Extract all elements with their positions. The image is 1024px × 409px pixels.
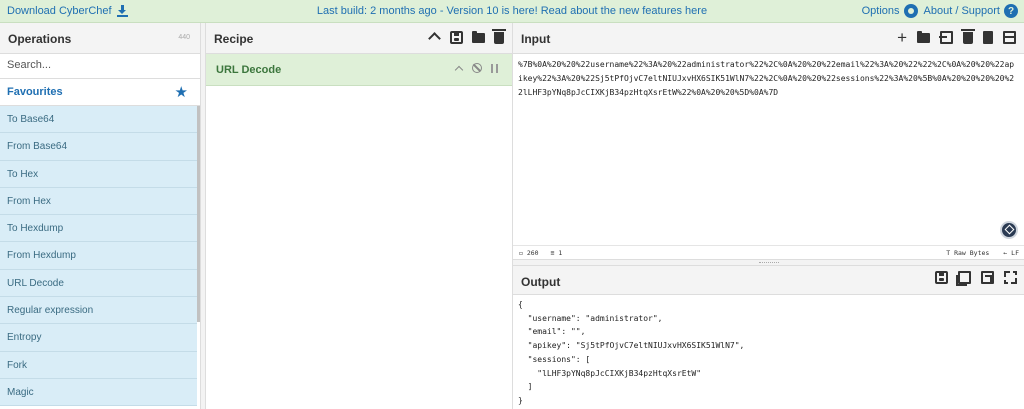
- magic-wand-icon[interactable]: [1000, 221, 1018, 239]
- input-status-bar: ▭ 260 ≡ 1 T Raw Bytes ← LF: [513, 245, 1024, 259]
- favourites-category[interactable]: Favourites ★: [0, 79, 200, 106]
- recipe-header: Recipe: [206, 23, 512, 54]
- open-file-icon[interactable]: [939, 30, 953, 44]
- operations-list: To Base64 From Base64 To Hex From Hex To…: [0, 106, 197, 407]
- input-eol[interactable]: ← LF: [1003, 249, 1019, 257]
- input-title: Input: [521, 32, 551, 46]
- disable-operation-icon[interactable]: [472, 63, 482, 73]
- load-recipe-icon[interactable]: [472, 31, 485, 43]
- search-box[interactable]: [0, 54, 200, 79]
- operation-fork[interactable]: Fork: [0, 351, 197, 379]
- operations-count: 440: [178, 34, 190, 41]
- operation-regular-expression[interactable]: Regular expression: [0, 297, 197, 325]
- operation-to-hexdump[interactable]: To Hexdump: [0, 215, 197, 243]
- help-icon: ?: [1004, 4, 1018, 18]
- save-output-icon[interactable]: [935, 271, 948, 284]
- output-textarea[interactable]: { "username": "administrator", "email": …: [518, 298, 744, 408]
- input-length: ▭ 260: [519, 249, 539, 257]
- operation-url-decode[interactable]: URL Decode: [0, 269, 197, 298]
- favourites-label: Favourites: [7, 86, 63, 98]
- options-label: Options: [861, 5, 900, 17]
- io-panel: Input + %7B%0A%20%20%22username%22%3A%20…: [512, 23, 1024, 409]
- top-banner: Download CyberChef Last build: 2 months …: [0, 0, 1024, 23]
- recipe-panel: Recipe URL Decode: [206, 23, 512, 409]
- output-header: Output: [513, 266, 1024, 295]
- operation-entropy[interactable]: Entropy: [0, 324, 197, 352]
- options-button[interactable]: Options: [862, 4, 918, 18]
- input-eol-value: LF: [1011, 249, 1019, 257]
- operation-to-hex[interactable]: To Hex: [0, 160, 197, 188]
- recipe-operation-label: URL Decode: [216, 64, 282, 76]
- breakpoint-icon[interactable]: [491, 63, 498, 73]
- open-folder-icon[interactable]: [917, 31, 930, 43]
- replace-input-icon[interactable]: [981, 271, 994, 284]
- input-encoding[interactable]: T Raw Bytes: [946, 249, 989, 257]
- input-lines-value: 1: [558, 249, 563, 257]
- copy-output-icon[interactable]: [956, 271, 971, 286]
- input-length-value: 260: [526, 249, 539, 257]
- star-icon[interactable]: ★: [175, 83, 188, 101]
- input-encoding-value: Raw Bytes: [954, 249, 990, 257]
- clear-input-icon[interactable]: [961, 29, 975, 44]
- recipe-title: Recipe: [214, 32, 254, 46]
- operation-magic[interactable]: Magic: [0, 378, 197, 407]
- operation-from-hex[interactable]: From Hex: [0, 187, 197, 216]
- page-icon[interactable]: [983, 30, 993, 44]
- search-input[interactable]: [7, 59, 193, 71]
- gear-icon: [903, 4, 918, 18]
- input-textarea[interactable]: %7B%0A%20%20%22username%22%3A%20%22admin…: [518, 58, 1018, 100]
- operation-from-base64[interactable]: From Base64: [0, 133, 197, 161]
- collapse-all-icon[interactable]: [428, 31, 441, 44]
- maximise-output-icon[interactable]: [1004, 271, 1017, 284]
- operations-title: Operations: [8, 32, 72, 46]
- output-title: Output: [521, 275, 561, 289]
- operation-from-hexdump[interactable]: From Hexdump: [0, 242, 197, 270]
- io-divider[interactable]: [513, 259, 1024, 266]
- reset-layout-icon[interactable]: [1003, 30, 1016, 44]
- collapse-operation-icon[interactable]: [455, 64, 463, 72]
- operations-panel: Operations 440 Favourites ★ To Base64 Fr…: [0, 23, 200, 409]
- recipe-operation-url-decode[interactable]: URL Decode: [206, 54, 512, 86]
- operations-header: Operations 440: [0, 23, 200, 54]
- input-header: Input +: [513, 23, 1024, 54]
- save-recipe-icon[interactable]: [450, 30, 463, 44]
- release-notes-link[interactable]: Last build: 2 months ago - Version 10 is…: [317, 5, 707, 17]
- operation-to-base64[interactable]: To Base64: [0, 106, 197, 134]
- about-support-button[interactable]: About / Support ?: [924, 4, 1018, 18]
- input-lines: ≡ 1: [550, 249, 563, 257]
- about-label: About / Support: [923, 5, 1000, 17]
- add-input-icon[interactable]: +: [897, 29, 907, 46]
- clear-recipe-icon[interactable]: [492, 29, 506, 44]
